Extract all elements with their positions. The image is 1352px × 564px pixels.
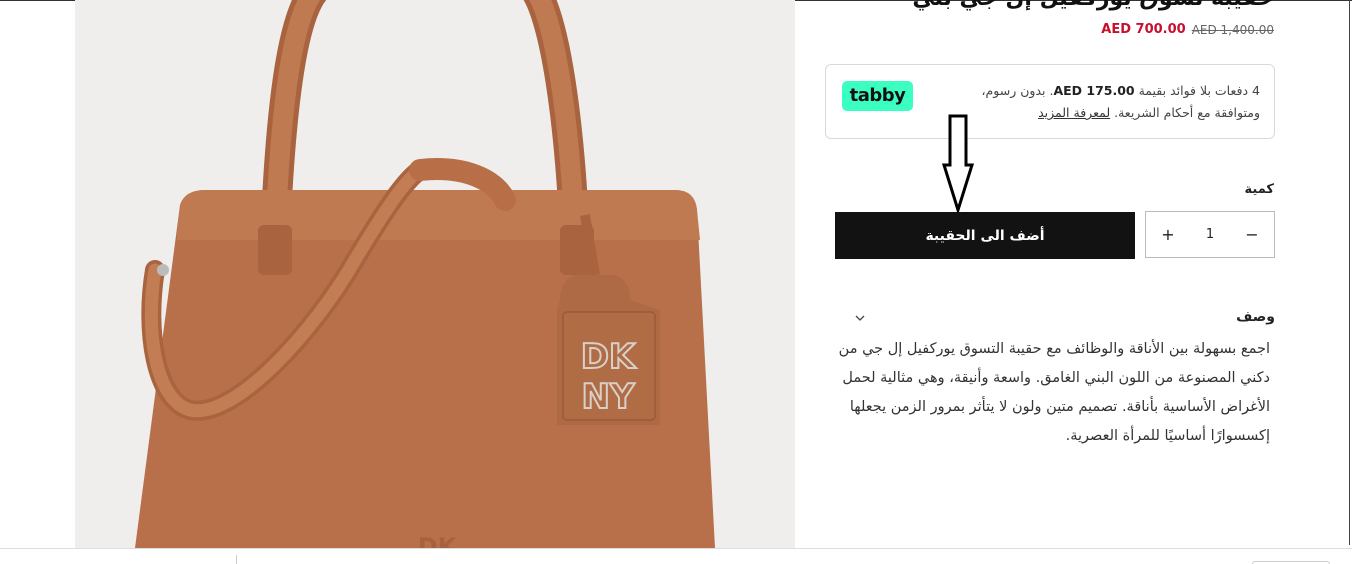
bottom-bar xyxy=(0,548,1352,564)
increase-quantity-button[interactable]: + xyxy=(1160,225,1176,244)
tabby-line1-suffix: . بدون رسوم، xyxy=(981,83,1054,98)
tabby-logo: tabby xyxy=(842,81,913,111)
sale-price: AED 700.00 xyxy=(1101,22,1186,37)
tabby-text: 4 دفعات بلا فوائد بقيمة AED 175.00. بدون… xyxy=(940,80,1260,124)
product-image[interactable]: DK NY DK xyxy=(75,0,795,548)
description-title: وصف xyxy=(1236,309,1275,325)
embossed-logo: DK xyxy=(418,533,458,548)
add-to-bag-button[interactable]: أضف الى الحقيبة xyxy=(835,212,1135,259)
quantity-label: كمية xyxy=(1244,182,1274,197)
product-page: DK NY DK حقيبة تسوق يوركفيل إل جي بني AE… xyxy=(0,0,1352,564)
tabby-line2: ومتوافقة مع أحكام الشريعة. xyxy=(1114,105,1260,120)
description-text: اجمع بسهولة بين الأناقة والوظائف مع حقيب… xyxy=(838,341,1270,444)
tabby-amount: AED 175.00 xyxy=(1053,83,1135,98)
tabby-promo: tabby 4 دفعات بلا فوائد بقيمة AED 175.00… xyxy=(825,64,1275,139)
decrease-quantity-button[interactable]: − xyxy=(1244,225,1260,244)
bag-illustration: DK NY DK xyxy=(135,0,715,548)
original-price: AED 1,400.00 xyxy=(1191,22,1274,37)
right-border xyxy=(1349,0,1350,545)
tag-logo-top: DK xyxy=(581,337,637,377)
tabby-learn-more-link[interactable]: لمعرفة المزيد xyxy=(1038,105,1110,120)
product-title: حقيبة تسوق يوركفيل إل جي بني xyxy=(912,0,1274,11)
divider xyxy=(236,555,237,564)
arrow-down-icon xyxy=(941,114,975,213)
quantity-stepper: + 1 − xyxy=(1145,211,1275,258)
price-block: AED 700.00 AED 1,400.00 xyxy=(1101,22,1274,37)
tabby-line1-prefix: 4 دفعات بلا فوائد بقيمة xyxy=(1138,83,1260,98)
quantity-value[interactable]: 1 xyxy=(1206,227,1214,242)
chevron-down-icon[interactable] xyxy=(853,311,867,325)
description-accordion-header[interactable]: وصف xyxy=(850,307,1275,331)
tag-logo-bottom: NY xyxy=(581,377,634,417)
